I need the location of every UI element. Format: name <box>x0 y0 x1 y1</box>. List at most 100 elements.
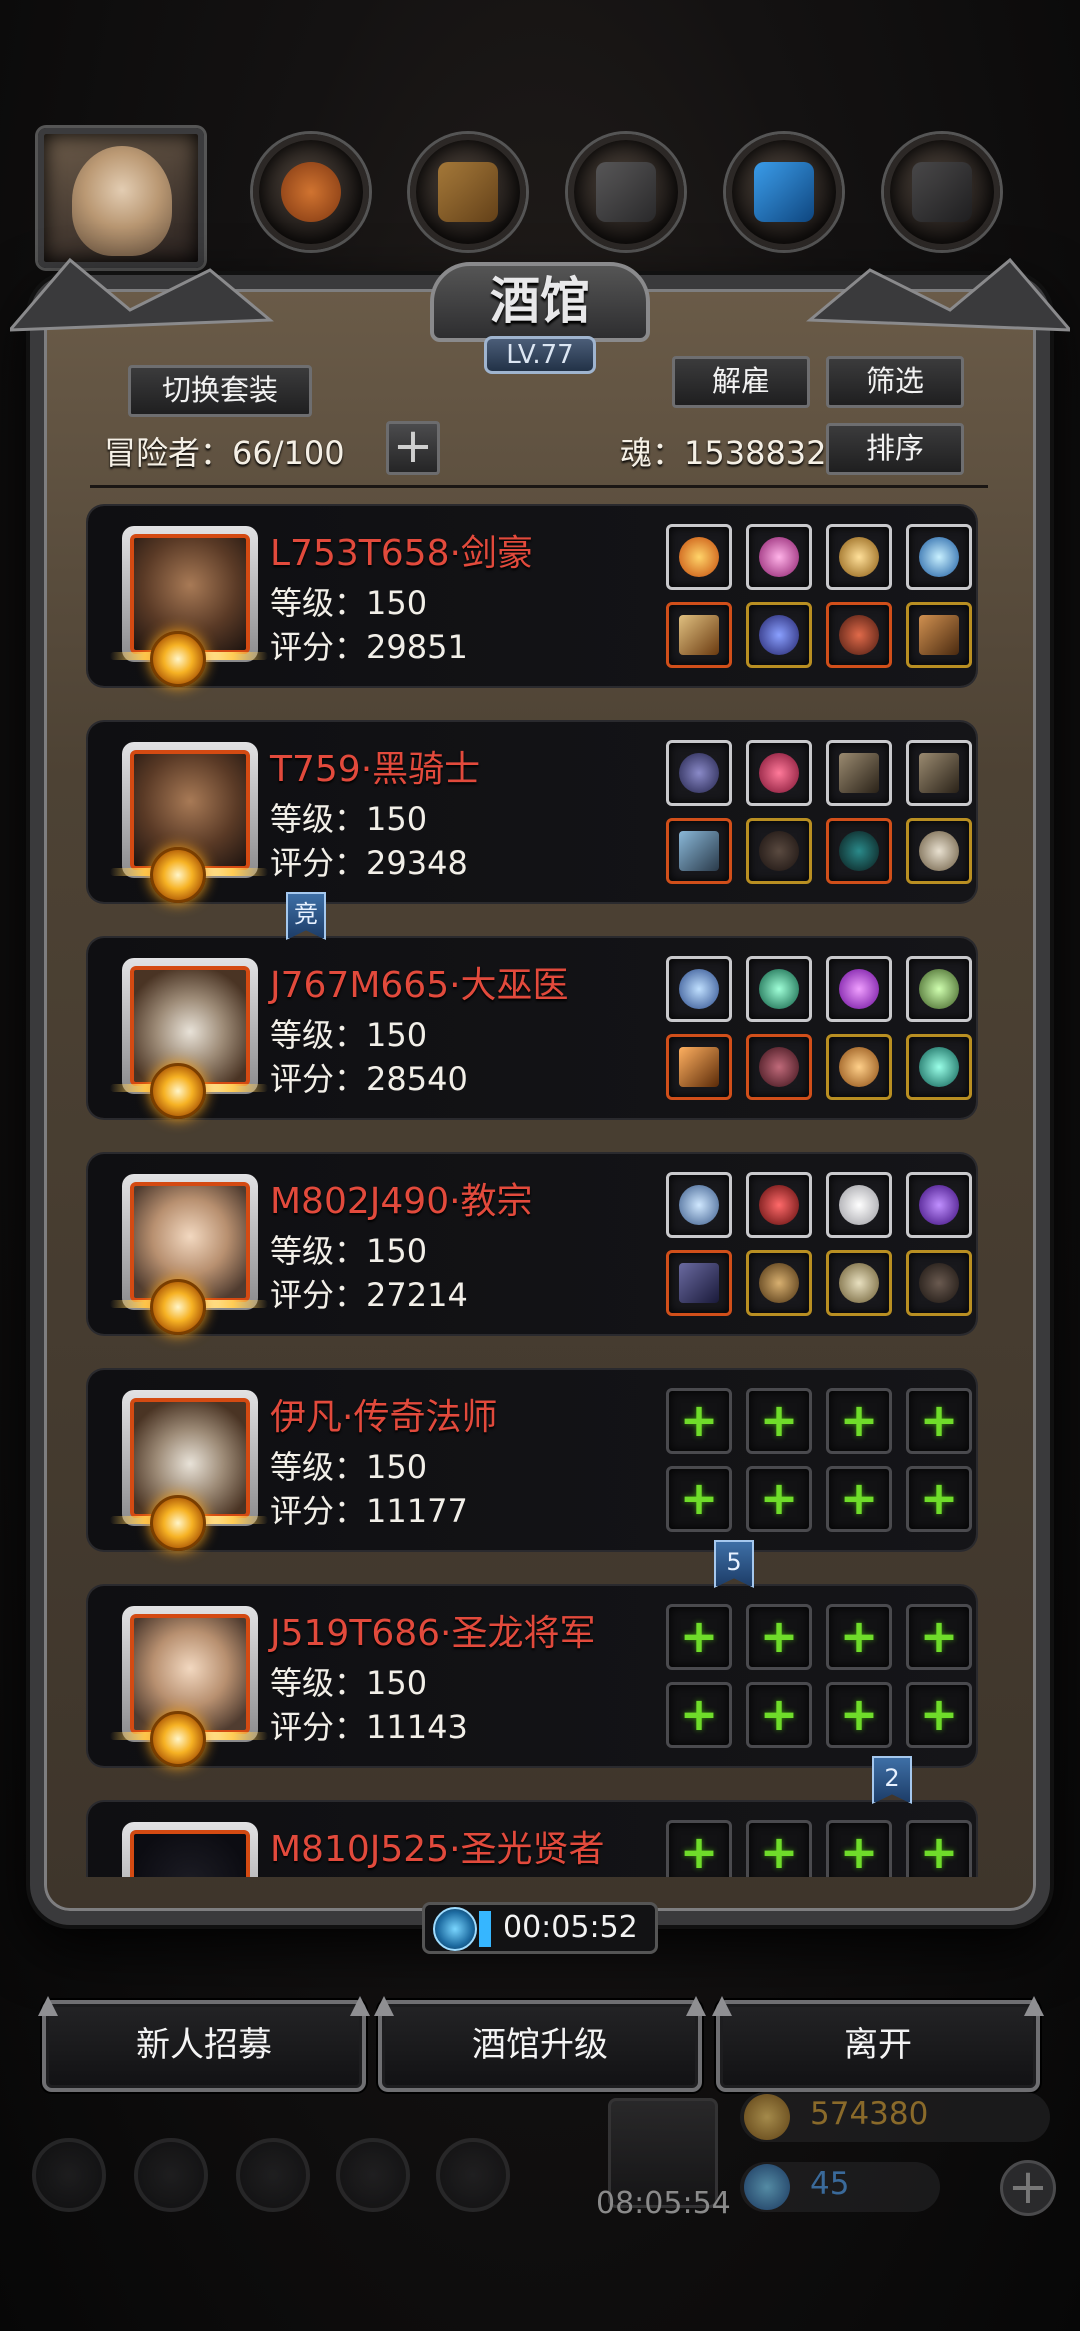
hero-list[interactable]: L753T658·剑豪 等级：150 评分：29851 T759·黑骑士 等级：… <box>84 502 984 1877</box>
filter-button[interactable]: 筛选 <box>826 356 964 408</box>
add-equipment-icon[interactable]: + <box>746 1682 812 1748</box>
switch-outfit-button[interactable]: 切换套装 <box>128 365 312 417</box>
achievement-icon[interactable] <box>134 2138 208 2212</box>
add-equipment-icon[interactable]: + <box>666 1604 732 1670</box>
top-menu-bar <box>38 128 1048 268</box>
add-equipment-icon[interactable]: + <box>906 1466 972 1532</box>
equipment-slots <box>666 1172 978 1316</box>
add-equipment-icon[interactable]: + <box>746 1388 812 1454</box>
add-equipment-icon[interactable]: + <box>906 1388 972 1454</box>
hero-card[interactable]: M802J490·教宗 等级：150 评分：27214 <box>88 1154 978 1335</box>
tavern-screen: 酒馆 LV.77 切换套装 解雇 筛选 排序 冒险者：66/100 + 魂：15… <box>0 0 1080 2331</box>
ruby-icon[interactable] <box>746 740 812 806</box>
timer-text: 00:05:52 <box>503 1910 638 1945</box>
hero-level: 等级：150 <box>270 1448 428 1486</box>
shop-icon[interactable] <box>436 2138 510 2212</box>
avatar <box>122 1822 258 1877</box>
red-armor-icon[interactable] <box>746 1034 812 1100</box>
add-equipment-icon[interactable]: + <box>746 1466 812 1532</box>
gold-ring-icon[interactable] <box>826 1034 892 1100</box>
add-equipment-icon[interactable]: + <box>906 1820 972 1877</box>
hero-portrait-button[interactable] <box>38 128 204 268</box>
hero-level: 等级：150 <box>270 1232 428 1270</box>
jade-gem-icon[interactable] <box>746 956 812 1022</box>
add-equipment-icon[interactable]: + <box>666 1388 732 1454</box>
recruit-button[interactable]: 新人招募 <box>42 2000 366 2092</box>
blue-armor-icon[interactable] <box>746 602 812 668</box>
lantern-icon[interactable] <box>906 956 972 1022</box>
hero-card[interactable]: J519T686·圣龙将军 等级：150 评分：11143 + + + + + … <box>88 1586 976 1767</box>
hero-score: 评分：27214 <box>270 1276 468 1314</box>
gold-counter: 574380 <box>740 2092 1050 2142</box>
add-equipment-icon[interactable]: + <box>666 1466 732 1532</box>
crimson-gem-icon[interactable] <box>746 1172 812 1238</box>
equipment-slots <box>666 956 978 1100</box>
add-equipment-icon[interactable]: + <box>746 1604 812 1670</box>
dark-blade-icon[interactable] <box>666 1250 732 1316</box>
hero-card[interactable]: 伊凡·传奇法师 等级：150 评分：11177 + + + + + + + + <box>88 1370 976 1551</box>
blade-icon[interactable] <box>826 740 892 806</box>
basketball-icon[interactable] <box>253 134 369 250</box>
violet-orb-icon[interactable] <box>906 1172 972 1238</box>
ice-aura-icon[interactable] <box>666 956 732 1022</box>
staff-icon[interactable] <box>666 1034 732 1100</box>
sort-button[interactable]: 排序 <box>826 423 964 475</box>
tavern-level-badge: LV.77 <box>484 336 596 374</box>
add-equipment-icon[interactable]: + <box>826 1682 892 1748</box>
add-equipment-icon[interactable]: + <box>826 1388 892 1454</box>
add-gems-button[interactable]: + <box>1000 2160 1056 2216</box>
add-equipment-icon[interactable]: + <box>666 1820 732 1877</box>
angel-wing-icon[interactable] <box>826 1172 892 1238</box>
soul-count: 魂：1538832 <box>620 434 827 472</box>
axe-icon[interactable] <box>906 602 972 668</box>
gold-charm-icon[interactable] <box>826 524 892 590</box>
equipment-slots: + + + + <box>666 1820 978 1877</box>
upgrade-tavern-button[interactable]: 酒馆升级 <box>378 2000 702 2092</box>
gold-coin-icon <box>744 2094 790 2140</box>
dismiss-button[interactable]: 解雇 <box>672 356 810 408</box>
hero-name: J519T686·圣龙将军 <box>270 1613 596 1654</box>
add-equipment-icon[interactable]: + <box>826 1466 892 1532</box>
crown-icon[interactable] <box>826 1250 892 1316</box>
blue-crystal-icon[interactable] <box>906 524 972 590</box>
teal-ring-icon[interactable] <box>906 1034 972 1100</box>
star-emblem-icon <box>150 631 206 687</box>
add-equipment-icon[interactable]: + <box>746 1820 812 1877</box>
dark-armor-icon[interactable] <box>746 818 812 884</box>
sword-icon[interactable] <box>666 602 732 668</box>
gold-armor-icon[interactable] <box>746 1250 812 1316</box>
pink-gem-icon[interactable] <box>746 524 812 590</box>
hero-card[interactable]: M810J525·圣光贤者 + + + + <box>88 1802 976 1877</box>
add-equipment-icon[interactable]: + <box>826 1820 892 1877</box>
gear-icon[interactable] <box>32 2138 106 2212</box>
add-equipment-icon[interactable]: + <box>906 1682 972 1748</box>
hero-card[interactable]: L753T658·剑豪 等级：150 评分：29851 <box>88 506 976 687</box>
planks-icon[interactable] <box>410 134 526 250</box>
star-emblem-icon <box>150 1063 206 1119</box>
hero-card[interactable]: T759·黑骑士 等级：150 评分：29348 <box>88 722 978 903</box>
feather-icon[interactable] <box>726 134 842 250</box>
dark-helm-icon[interactable] <box>666 740 732 806</box>
guild-icon[interactable] <box>236 2138 310 2212</box>
title-plate: 酒馆 <box>430 262 650 342</box>
frost-ring-icon[interactable] <box>666 1172 732 1238</box>
purple-gem-icon[interactable] <box>826 956 892 1022</box>
red-armor-icon[interactable] <box>826 602 892 668</box>
leave-button[interactable]: 离开 <box>716 2000 1040 2092</box>
dark-cloak-icon[interactable] <box>826 818 892 884</box>
mail-icon[interactable] <box>336 2138 410 2212</box>
flame-ring-icon[interactable] <box>666 524 732 590</box>
anvil-icon[interactable] <box>568 134 684 250</box>
add-equipment-icon[interactable]: + <box>666 1682 732 1748</box>
hero-score: 评分：28540 <box>270 1060 468 1098</box>
amulet-icon[interactable] <box>906 818 972 884</box>
dark-cape-icon[interactable] <box>906 1250 972 1316</box>
add-capacity-button[interactable]: + <box>386 421 440 475</box>
ingot-icon[interactable] <box>884 134 1000 250</box>
blade-icon[interactable] <box>906 740 972 806</box>
spear-icon[interactable] <box>666 818 732 884</box>
equipment-slots <box>666 740 978 884</box>
add-equipment-icon[interactable]: + <box>906 1604 972 1670</box>
add-equipment-icon[interactable]: + <box>826 1604 892 1670</box>
hero-card[interactable]: J767M665·大巫医 等级：150 评分：28540 <box>88 938 978 1119</box>
